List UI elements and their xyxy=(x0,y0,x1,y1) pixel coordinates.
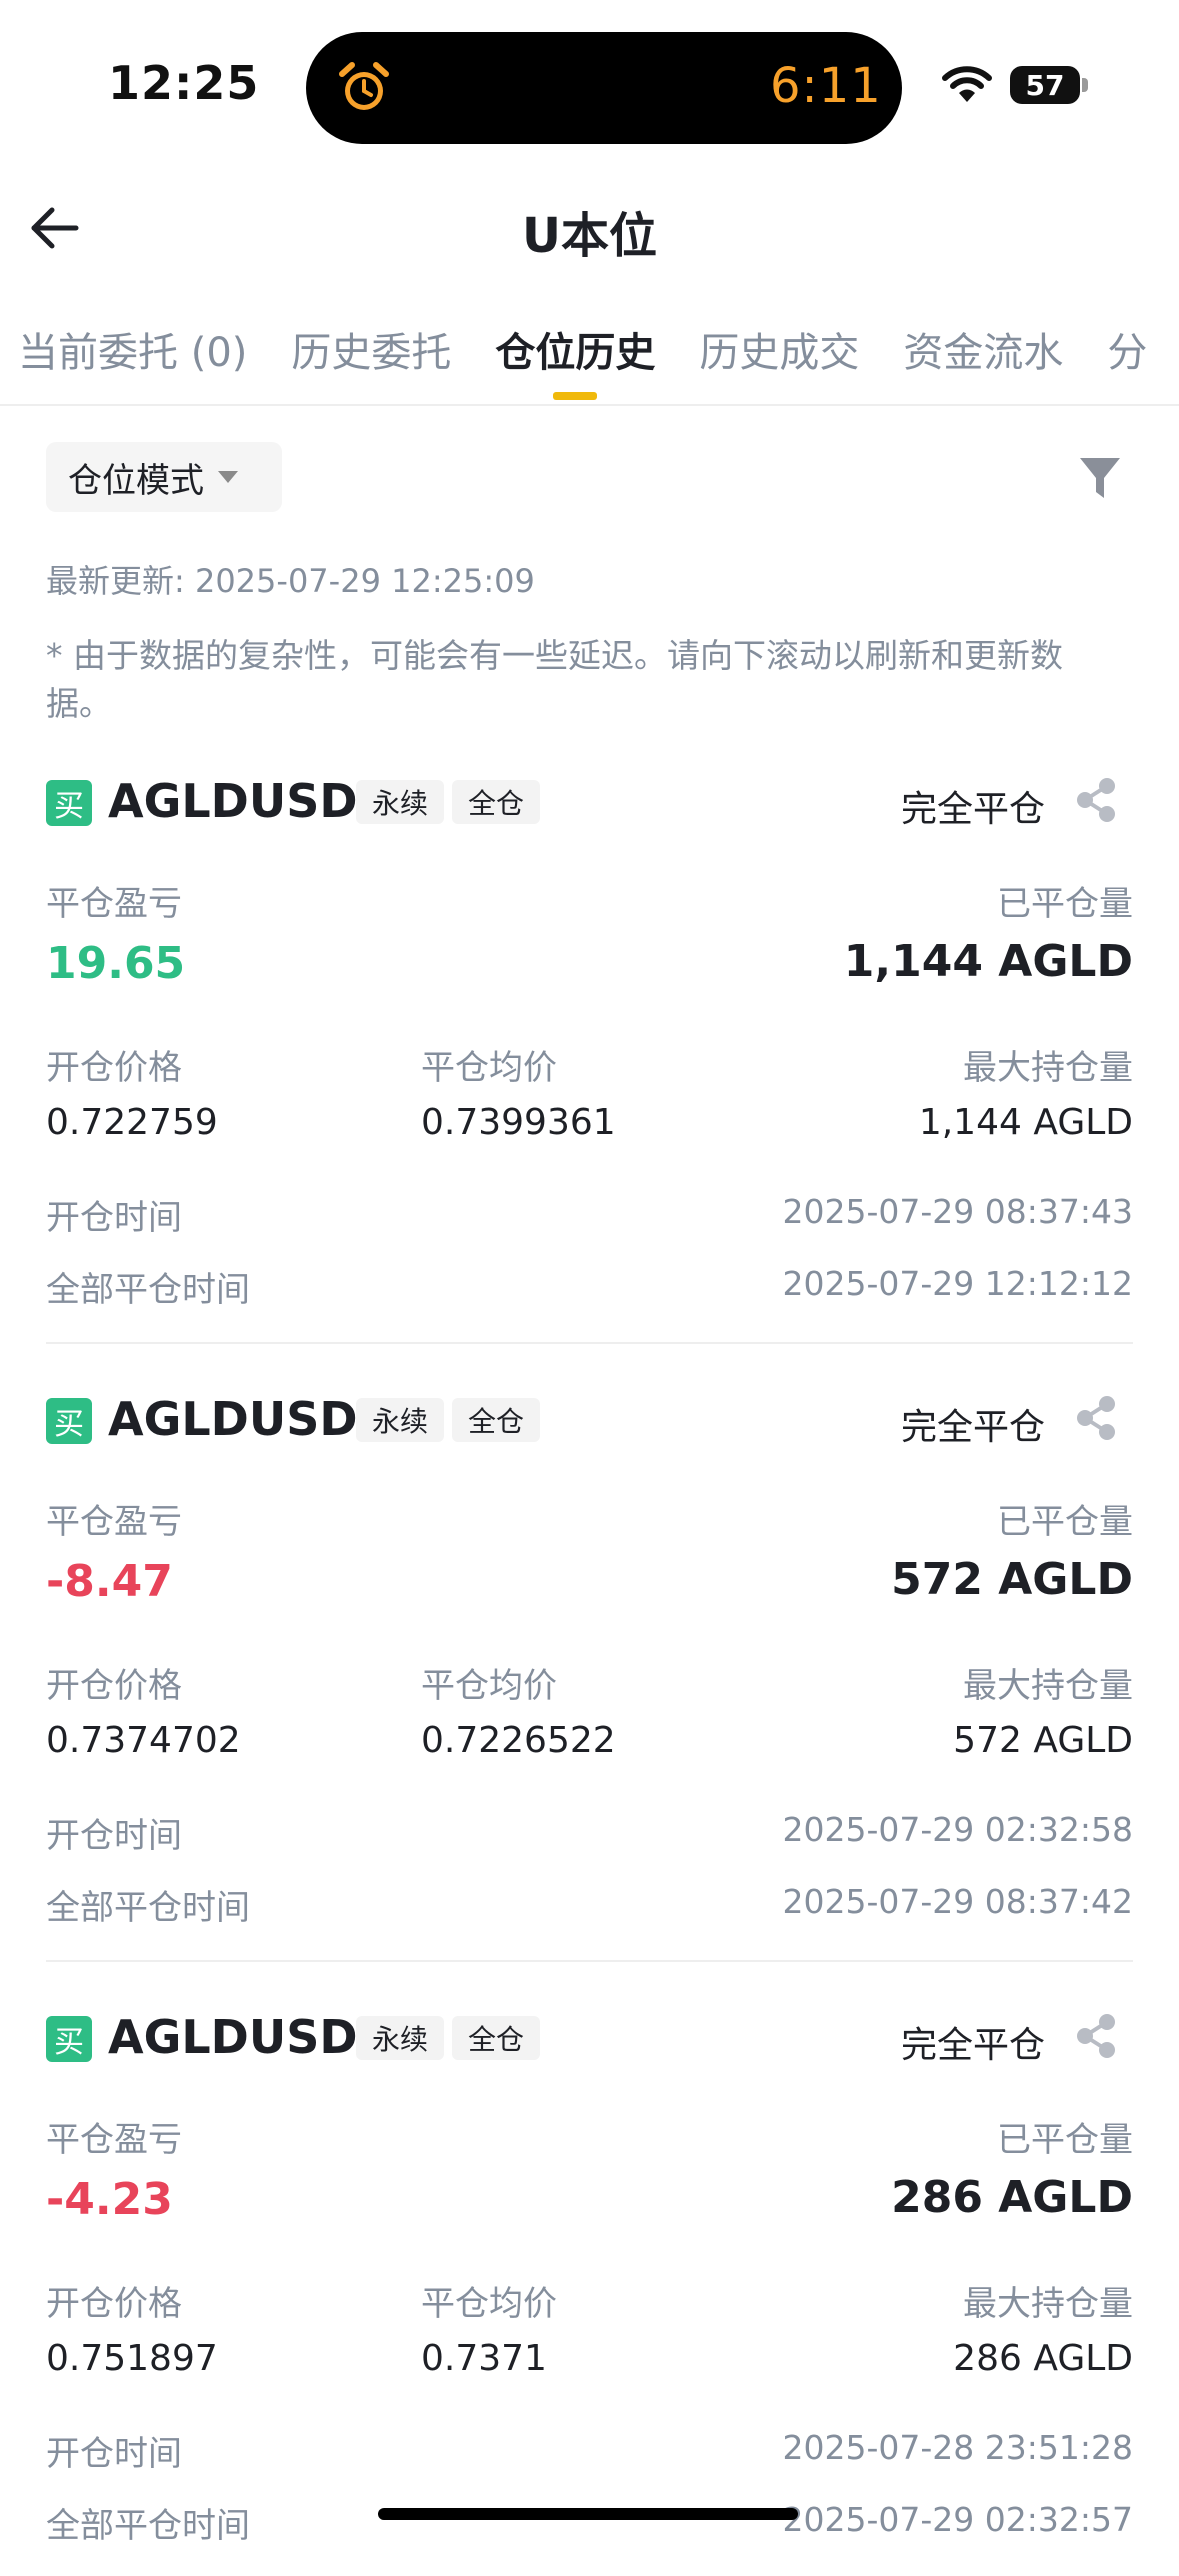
position-mode-dropdown[interactable]: 仓位模式 xyxy=(46,442,282,512)
last-updated: 最新更新: 2025-07-29 12:25:09 xyxy=(46,562,535,600)
buy-badge: 买 xyxy=(46,2016,92,2062)
open-time-value: 2025-07-29 08:37:43 xyxy=(782,1192,1133,1231)
home-indicator[interactable] xyxy=(378,2508,798,2520)
perpetual-tag: 永续 xyxy=(356,780,444,824)
close-time-label: 全部平仓时间 xyxy=(46,2506,250,2546)
open-time-value: 2025-07-28 23:51:28 xyxy=(782,2428,1133,2467)
open-time-value: 2025-07-29 02:32:58 xyxy=(782,1810,1133,1849)
close-time-value: 2025-07-29 08:37:42 xyxy=(782,1882,1133,1921)
open-time-label: 开仓时间 xyxy=(46,1198,182,1238)
tab-bar: 当前委托 (0) 历史委托 仓位历史 历史成交 资金流水 分 xyxy=(18,320,1179,400)
share-icon[interactable] xyxy=(1073,776,1119,824)
share-icon[interactable] xyxy=(1073,2012,1119,2060)
wifi-icon xyxy=(942,66,992,102)
max-qty-label: 最大持仓量 xyxy=(963,2284,1133,2324)
position-mode-label: 仓位模式 xyxy=(68,460,204,501)
tab-order-history[interactable]: 历史委托 xyxy=(291,320,451,400)
closed-qty-label: 已平仓量 xyxy=(997,1502,1133,1542)
battery-indicator: 57 xyxy=(1010,66,1080,104)
open-price-value: 0.7374702 xyxy=(46,1720,241,1761)
open-price-label: 开仓价格 xyxy=(46,1048,182,1088)
open-price-label: 开仓价格 xyxy=(46,2284,182,2324)
avg-close-value: 0.7226522 xyxy=(421,1720,616,1761)
delay-note: * 由于数据的复杂性，可能会有一些延迟。请向下滚动以刷新和更新数据。 xyxy=(46,636,1063,723)
battery-tip xyxy=(1082,78,1088,92)
symbol[interactable]: AGLDUSDT xyxy=(108,774,389,828)
tab-more[interactable]: 分 xyxy=(1107,320,1147,400)
pnl-label: 平仓盈亏 xyxy=(46,1502,182,1542)
close-time-label: 全部平仓时间 xyxy=(46,1888,250,1928)
card-divider xyxy=(46,1960,1133,1962)
alarm-clock-icon xyxy=(339,62,389,110)
tab-open-orders[interactable]: 当前委托 (0) xyxy=(18,320,247,400)
cross-margin-tag: 全仓 xyxy=(452,2016,540,2060)
open-time-label: 开仓时间 xyxy=(46,1816,182,1856)
position-card: 买 AGLDUSDT 永续 全仓 完全平仓 平仓盈亏 已平仓量 -8.47 57… xyxy=(46,1392,1133,1958)
closed-qty-value: 286 AGLD xyxy=(891,2172,1133,2223)
close-status: 完全平仓 xyxy=(900,1407,1045,1448)
perpetual-tag: 永续 xyxy=(356,2016,444,2060)
max-qty-label: 最大持仓量 xyxy=(963,1048,1133,1088)
closed-qty-label: 已平仓量 xyxy=(997,884,1133,924)
pnl-value: 19.65 xyxy=(46,938,186,989)
max-qty-value: 1,144 AGLD xyxy=(918,1102,1133,1143)
tab-trade-history[interactable]: 历史成交 xyxy=(699,320,859,400)
close-status: 完全平仓 xyxy=(900,2025,1045,2066)
open-price-label: 开仓价格 xyxy=(46,1666,182,1706)
page-title: U本位 xyxy=(522,208,657,264)
pnl-value: -8.47 xyxy=(46,1556,173,1607)
pnl-label: 平仓盈亏 xyxy=(46,884,182,924)
cross-margin-tag: 全仓 xyxy=(452,780,540,824)
close-time-label: 全部平仓时间 xyxy=(46,1270,250,1310)
close-time-value: 2025-07-29 02:32:57 xyxy=(782,2500,1133,2539)
card-divider xyxy=(46,1342,1133,1344)
avg-close-label: 平仓均价 xyxy=(421,2284,557,2324)
max-qty-value: 286 AGLD xyxy=(953,2338,1133,2379)
open-price-value: 0.751897 xyxy=(46,2338,218,2379)
buy-badge: 买 xyxy=(46,780,92,826)
share-icon[interactable] xyxy=(1073,1394,1119,1442)
avg-close-label: 平仓均价 xyxy=(421,1048,557,1088)
buy-badge: 买 xyxy=(46,1398,92,1444)
island-timer: 6:11 xyxy=(770,58,882,114)
pnl-value: -4.23 xyxy=(46,2174,173,2225)
avg-close-label: 平仓均价 xyxy=(421,1666,557,1706)
avg-close-value: 0.7399361 xyxy=(421,1102,616,1143)
open-price-value: 0.722759 xyxy=(46,1102,218,1143)
tab-transaction-history[interactable]: 资金流水 xyxy=(903,320,1063,400)
max-qty-label: 最大持仓量 xyxy=(963,1666,1133,1706)
close-status: 完全平仓 xyxy=(900,789,1045,830)
perpetual-tag: 永续 xyxy=(356,1398,444,1442)
tabs-divider xyxy=(0,404,1179,406)
closed-qty-value: 1,144 AGLD xyxy=(843,936,1133,987)
pnl-label: 平仓盈亏 xyxy=(46,2120,182,2160)
closed-qty-label: 已平仓量 xyxy=(997,2120,1133,2160)
cross-margin-tag: 全仓 xyxy=(452,1398,540,1442)
open-time-label: 开仓时间 xyxy=(46,2434,182,2474)
symbol[interactable]: AGLDUSDT xyxy=(108,2010,389,2064)
position-card: 买 AGLDUSDT 永续 全仓 完全平仓 平仓盈亏 已平仓量 19.65 1,… xyxy=(46,774,1133,1340)
status-time: 12:25 xyxy=(108,56,260,110)
tab-position-history[interactable]: 仓位历史 xyxy=(495,320,655,400)
max-qty-value: 572 AGLD xyxy=(953,1720,1133,1761)
symbol[interactable]: AGLDUSDT xyxy=(108,1392,389,1446)
avg-close-value: 0.7371 xyxy=(421,2338,547,2379)
closed-qty-value: 572 AGLD xyxy=(891,1554,1133,1605)
position-card: 买 AGLDUSDT 永续 全仓 完全平仓 平仓盈亏 已平仓量 -4.23 28… xyxy=(46,2010,1133,2576)
filter-icon[interactable] xyxy=(1078,454,1122,502)
caret-down-icon xyxy=(218,471,238,483)
close-time-value: 2025-07-29 12:12:12 xyxy=(782,1264,1133,1303)
